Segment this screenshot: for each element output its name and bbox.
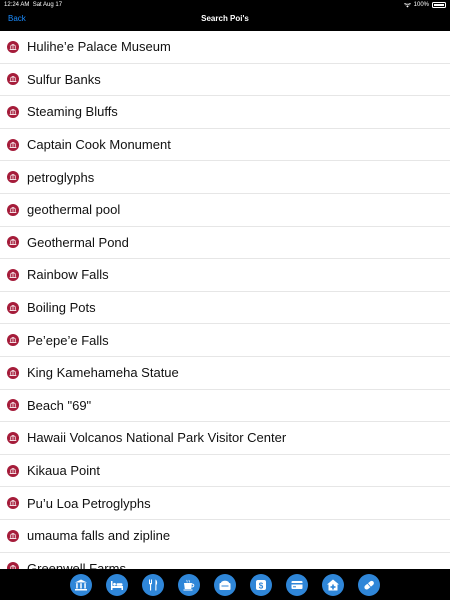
poi-list-item[interactable]: Greenwell Farms xyxy=(0,553,450,569)
tab-museum[interactable] xyxy=(70,573,92,596)
poi-name: umauma falls and zipline xyxy=(27,528,171,544)
poi-name: Beach "69" xyxy=(27,397,92,413)
poi-name: Hulihe’e Palace Museum xyxy=(27,39,171,55)
poi-name: geothermal pool xyxy=(27,202,121,218)
tab-bed[interactable] xyxy=(106,573,128,596)
credit-card-icon xyxy=(291,580,303,589)
poi-name: Sulfur Banks xyxy=(27,71,101,87)
poi-list-item[interactable]: Pe’epe’e Falls xyxy=(0,324,450,357)
landmark-icon xyxy=(7,105,19,118)
status-date: Sat Aug 17 xyxy=(32,2,63,8)
tab-pill[interactable] xyxy=(358,573,380,596)
poi-name: Captain Cook Monument xyxy=(27,137,171,153)
poi-list-item[interactable]: Rainbow Falls xyxy=(0,259,450,292)
tab-coffee[interactable] xyxy=(178,573,200,596)
poi-list[interactable]: Hulihe’e Palace Museum Sulfur Banks Steami… xyxy=(0,31,450,569)
landmark-icon xyxy=(7,497,19,510)
poi-name: King Kamehameha Statue xyxy=(27,365,179,381)
poi-list-item[interactable]: Steaming Bluffs xyxy=(0,96,450,129)
poi-list-item[interactable]: Sulfur Banks xyxy=(0,64,450,97)
poi-name: Boiling Pots xyxy=(27,300,96,316)
status-time: 12:24 AM xyxy=(4,2,30,8)
fork-knife-icon xyxy=(149,579,158,590)
tab-food-plate[interactable] xyxy=(214,573,236,596)
bed-icon xyxy=(111,580,123,590)
tab-fork-knife[interactable] xyxy=(142,573,164,596)
landmark-icon xyxy=(7,301,19,314)
tab-dollar[interactable]: $ xyxy=(250,573,272,596)
status-time-date: 12:24 AM Sat Aug 17 xyxy=(4,0,62,10)
landmark-icon xyxy=(7,40,19,53)
landmark-icon xyxy=(7,236,19,249)
nav-bar: Back Search Poi's xyxy=(0,10,450,30)
museum-icon xyxy=(75,579,87,590)
category-tab-bar: $ xyxy=(0,569,450,600)
poi-list-item[interactable]: King Kamehameha Statue xyxy=(0,357,450,390)
page-title: Search Poi's xyxy=(201,14,249,23)
landmark-icon xyxy=(7,171,19,184)
poi-name: Geothermal Pond xyxy=(27,234,129,250)
poi-list-item[interactable]: Hulihe’e Palace Museum xyxy=(0,31,450,64)
landmark-icon xyxy=(7,138,19,151)
landmark-icon xyxy=(7,399,19,412)
poi-name: petroglyphs xyxy=(27,169,95,185)
pill-icon xyxy=(364,580,374,590)
poi-list-item[interactable]: Kikaua Point xyxy=(0,455,450,488)
poi-list-item[interactable]: Beach "69" xyxy=(0,390,450,423)
battery-icon xyxy=(432,2,446,8)
poi-name: Greenwell Farms xyxy=(27,560,126,569)
coffee-icon xyxy=(183,579,195,590)
landmark-icon xyxy=(7,562,19,569)
poi-list-item[interactable]: petroglyphs xyxy=(0,161,450,194)
poi-name: Pu’u Loa Petroglyphs xyxy=(27,495,151,511)
battery-percent: 100% xyxy=(413,2,429,8)
poi-list-item[interactable]: Geothermal Pond xyxy=(0,227,450,260)
landmark-icon xyxy=(7,464,19,477)
landmark-icon xyxy=(7,334,19,347)
poi-list-item[interactable]: Captain Cook Monument xyxy=(0,129,450,162)
poi-name: Rainbow Falls xyxy=(27,267,109,283)
poi-list-item[interactable]: Hawaii Volcanos National Park Visitor Ce… xyxy=(0,422,450,455)
hospital-icon xyxy=(327,579,339,590)
poi-list-item[interactable]: geothermal pool xyxy=(0,194,450,227)
tab-credit-card[interactable] xyxy=(286,573,308,596)
poi-name: Steaming Bluffs xyxy=(27,104,118,120)
poi-name: Kikaua Point xyxy=(27,463,100,479)
food-plate-icon xyxy=(219,580,231,590)
tab-hospital[interactable] xyxy=(322,573,344,596)
poi-list-item[interactable]: umauma falls and zipline xyxy=(0,520,450,553)
status-right: 100% xyxy=(403,0,446,10)
poi-name: Pe’epe’e Falls xyxy=(27,332,109,348)
poi-list-item[interactable]: Boiling Pots xyxy=(0,292,450,325)
landmark-icon xyxy=(7,73,19,86)
landmark-icon xyxy=(7,431,19,444)
landmark-icon xyxy=(7,366,19,379)
landmark-icon xyxy=(7,529,19,542)
landmark-icon xyxy=(7,268,19,281)
status-bar: 12:24 AM Sat Aug 17 100% xyxy=(0,0,450,10)
wifi-icon xyxy=(403,2,411,7)
dollar-icon: $ xyxy=(256,579,266,590)
landmark-icon xyxy=(7,203,19,216)
svg-text:$: $ xyxy=(259,581,264,590)
poi-list-item[interactable]: Pu’u Loa Petroglyphs xyxy=(0,487,450,520)
poi-name: Hawaii Volcanos National Park Visitor Ce… xyxy=(27,430,287,446)
